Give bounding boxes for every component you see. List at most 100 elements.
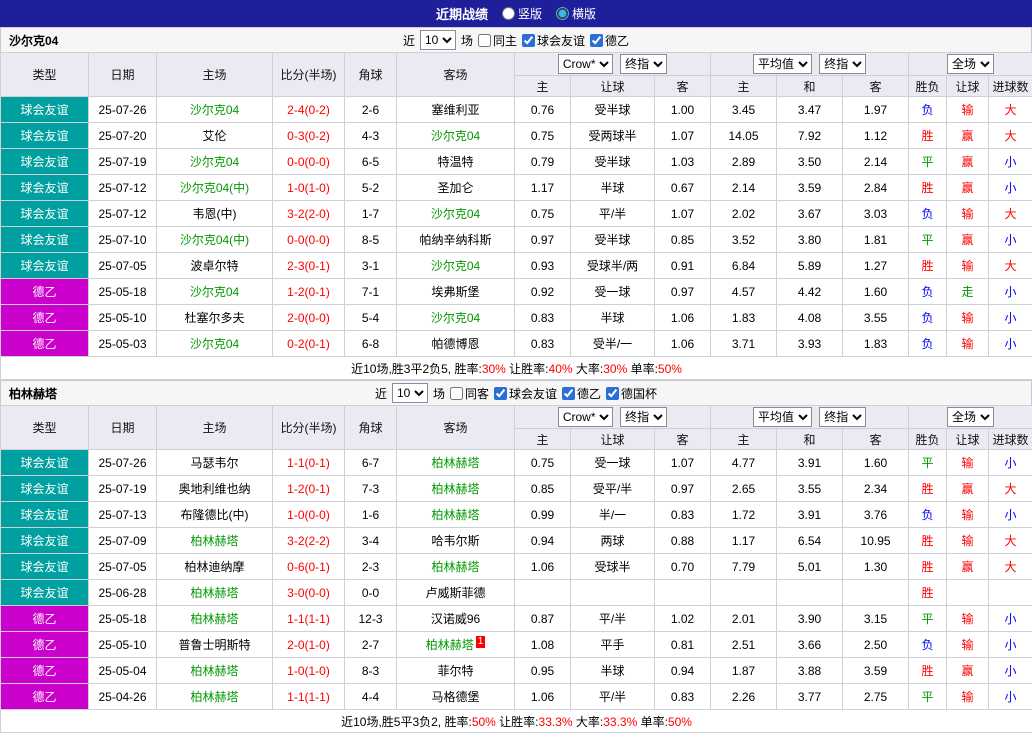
bundesliga2-checkbox-input[interactable] xyxy=(590,33,604,47)
date-cell: 25-05-18 xyxy=(88,278,157,305)
handicap-line: 受球半 xyxy=(570,553,655,580)
away-team-cell: 沙尔克04 xyxy=(396,122,515,149)
final-index-select[interactable]: 终指 xyxy=(819,407,867,427)
col-header-date: 日期 xyxy=(88,405,157,450)
avg-draw-odds: 3.80 xyxy=(776,226,844,253)
recent-count-select[interactable]: 10 xyxy=(419,30,456,50)
league-filter-friendly[interactable]: 球会友谊 xyxy=(522,32,585,49)
avg-away-odds: 3.76 xyxy=(842,501,910,528)
full-match-select[interactable]: 全场 xyxy=(947,407,995,427)
results-table: 类型 日期 主场 比分(半场) 角球 客场 Crow* 终指 平均值 终指 全场… xyxy=(0,405,1032,733)
summary-rate-label: 单率: xyxy=(627,361,658,376)
corners-cell: 4-4 xyxy=(344,683,397,710)
score-cell: 0-2(0-1) xyxy=(272,330,345,357)
full-match-select[interactable]: 全场 xyxy=(947,54,995,74)
result-cell: 胜 xyxy=(908,579,948,606)
away-team-cell: 柏林赫塔 xyxy=(396,475,515,502)
home-team-cell: 沙尔克04 xyxy=(156,148,273,175)
col-header-score: 比分(半场) xyxy=(272,405,345,450)
league-cell: 德乙 xyxy=(0,683,89,710)
corners-cell: 1-7 xyxy=(344,200,397,227)
recent-count-select[interactable]: 10 xyxy=(391,383,428,403)
match-row: 球会友谊 25-07-09 柏林赫塔 3-2(2-2) 3-4 哈韦尔斯 0.94 两球 0.8… xyxy=(0,527,1032,554)
avg-draw-odds: 3.88 xyxy=(776,657,844,684)
summary-rate-label: 大率: xyxy=(572,714,604,729)
home-team-cell: 杜塞尔多夫 xyxy=(156,304,273,331)
handicap-line: 受球半/两 xyxy=(570,252,655,279)
summary-rate-label: 单率: xyxy=(637,714,668,729)
team-section-schalke: 沙尔克04 近 10 场 同主 球会友谊 德乙 类型 日期 主场 比分(半场) … xyxy=(0,27,1032,380)
home-team-cell: 沙尔克04 xyxy=(156,278,273,305)
handicap-result-cell xyxy=(946,579,990,606)
final-index-select[interactable]: 终指 xyxy=(620,54,668,74)
home-team-cell: 普鲁士明斯特 xyxy=(156,631,273,658)
same-away-checkbox[interactable]: 同客 xyxy=(449,385,489,402)
average-select[interactable]: 平均值 xyxy=(752,54,812,74)
away-team-cell: 柏林赫塔 1 xyxy=(396,631,515,658)
german-cup-checkbox-input[interactable] xyxy=(606,386,620,400)
average-select[interactable]: 平均值 xyxy=(752,407,812,427)
league-cell: 德乙 xyxy=(0,330,89,357)
league-filter-german-cup[interactable]: 德国杯 xyxy=(606,385,657,402)
league-filter-bundesliga2[interactable]: 德乙 xyxy=(590,32,629,49)
home-team-cell: 柏林迪纳摩 xyxy=(156,553,273,580)
avg-home-odds: 6.84 xyxy=(710,252,778,279)
same-home-checkbox[interactable]: 同主 xyxy=(477,32,517,49)
league-filter-bundesliga2[interactable]: 德乙 xyxy=(562,385,601,402)
avg-draw-odds: 3.50 xyxy=(776,148,844,175)
avg-draw-odds: 3.66 xyxy=(776,631,844,658)
summary-rate-value: 33.3% xyxy=(603,714,638,729)
same-home-checkbox-input[interactable] xyxy=(477,33,491,47)
handicap-line: 平/半 xyxy=(570,683,655,710)
handicap-away-odds: 1.07 xyxy=(653,449,712,476)
friendly-checkbox-input[interactable] xyxy=(522,33,535,47)
goals-result-cell: 小 xyxy=(988,304,1032,331)
away-team-cell: 圣加仑 xyxy=(396,174,515,201)
final-index-select[interactable]: 终指 xyxy=(819,54,867,74)
handicap-home-odds: 0.83 xyxy=(514,304,571,331)
away-team-cell: 帕纳辛纳科斯 xyxy=(396,226,515,253)
league-filter-friendly[interactable]: 球会友谊 xyxy=(494,385,557,402)
avg-draw-odds: 3.93 xyxy=(776,330,844,357)
col-header-date: 日期 xyxy=(88,52,157,97)
match-row: 德乙 25-05-18 沙尔克04 1-2(0-1) 7-1 埃弗斯堡 0.92 受一球 0.9… xyxy=(0,278,1032,305)
fullmatch-select-group: 全场 xyxy=(908,52,1032,76)
corners-cell: 1-6 xyxy=(344,501,397,528)
away-team-cell: 柏林赫塔 xyxy=(396,449,515,476)
bookmaker-select[interactable]: Crow* xyxy=(557,407,613,427)
vertical-radio-input[interactable] xyxy=(501,7,515,20)
league-cell: 球会友谊 xyxy=(0,226,89,253)
layout-horizontal-radio[interactable]: 横版 xyxy=(556,5,596,22)
handicap-away-odds: 1.06 xyxy=(653,330,712,357)
handicap-home-odds: 0.85 xyxy=(514,475,571,502)
handicap-line: 半球 xyxy=(570,657,655,684)
german-cup-label: 德国杯 xyxy=(621,386,658,401)
final-index-select[interactable]: 终指 xyxy=(620,407,668,427)
handicap-away-odds: 0.70 xyxy=(653,553,712,580)
score-cell: 2-3(0-1) xyxy=(272,252,345,279)
bookmaker-select[interactable]: Crow* xyxy=(557,54,613,74)
away-team-cell: 菲尔特 xyxy=(396,657,515,684)
corners-cell: 3-1 xyxy=(344,252,397,279)
horizontal-radio-input[interactable] xyxy=(556,7,569,20)
friendly-checkbox-input[interactable] xyxy=(494,386,507,400)
result-cell: 胜 xyxy=(908,553,948,580)
home-team-cell: 柏林赫塔 xyxy=(156,657,273,684)
handicap-line: 平/半 xyxy=(570,200,655,227)
avg-away-odds: 1.83 xyxy=(842,330,910,357)
away-team-cell: 卢威斯菲德 xyxy=(396,579,515,606)
same-away-checkbox-input[interactable] xyxy=(449,386,463,400)
col-header-goals: 进球数 xyxy=(988,75,1032,97)
league-cell: 德乙 xyxy=(0,657,89,684)
layout-vertical-radio[interactable]: 竖版 xyxy=(501,5,542,22)
match-row: 球会友谊 25-07-19 奥地利维也纳 1-2(0-1) 7-3 柏林赫塔 0.85 受平/… xyxy=(0,475,1032,502)
handicap-home-odds: 1.06 xyxy=(514,683,571,710)
avg-home-odds: 3.45 xyxy=(710,96,778,123)
avg-home-odds: 7.79 xyxy=(710,553,778,580)
date-cell: 25-07-10 xyxy=(88,226,157,253)
bundesliga2-checkbox-input[interactable] xyxy=(562,386,576,400)
summary-prefix: 近10场,胜5平3负2, xyxy=(341,714,442,729)
col-header-handicap-home: 主 xyxy=(514,428,571,450)
summary-rate-value: 40% xyxy=(548,361,573,376)
date-cell: 25-04-26 xyxy=(88,683,157,710)
